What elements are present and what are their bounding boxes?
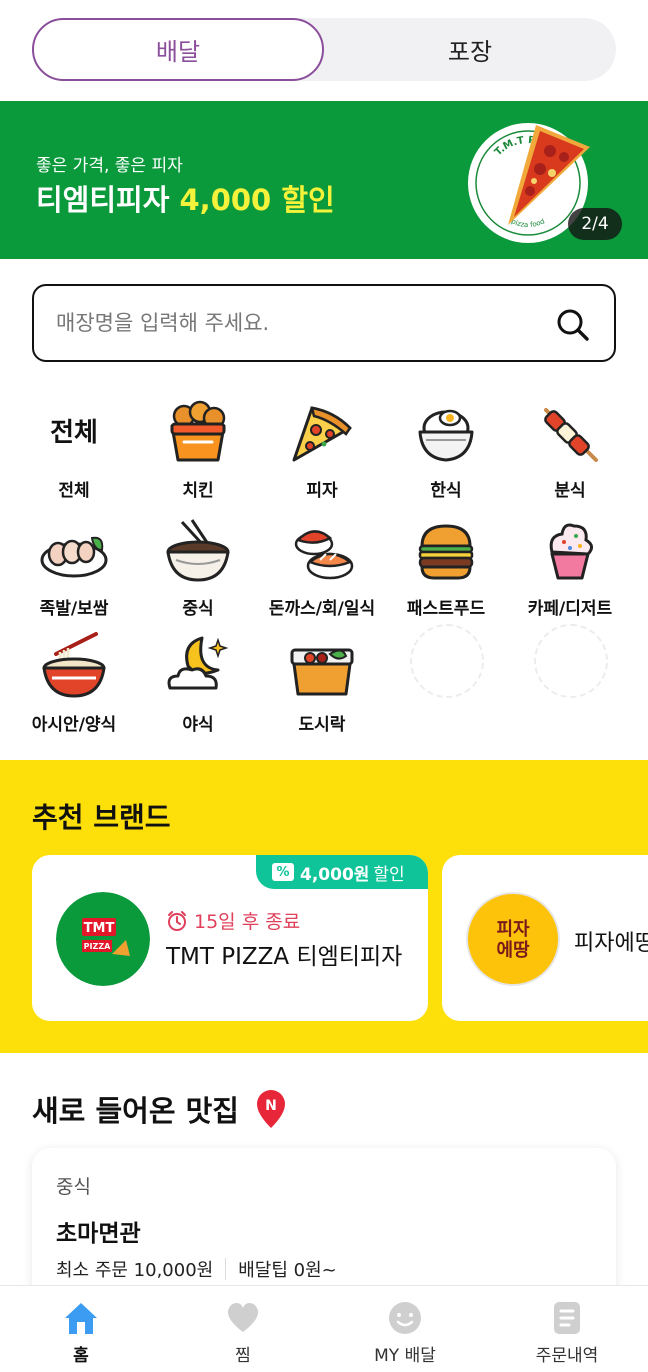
banner-subtitle: 좋은 가격, 좋은 피자 [36, 156, 183, 176]
category-label: 분식 [554, 481, 586, 501]
percent-icon: % [272, 863, 294, 881]
discount-badge: % 4,000원 할인 [256, 855, 428, 889]
category-label: 피자 [306, 481, 338, 501]
banner-title-main: 티엠티피자 [36, 183, 180, 217]
discount-amount: 4,000원 [300, 864, 370, 885]
new-restaurants-title-text: 새로 들어온 맛집 [32, 1094, 239, 1128]
alarm-clock-icon [168, 910, 186, 931]
logo-text: TMT [84, 921, 115, 936]
home-icon [65, 1303, 97, 1334]
category-label: 중식 [182, 599, 214, 619]
banner-page-counter: 2/4 [568, 208, 622, 240]
banner-title: 티엠티피자 4,000 할인 [36, 177, 335, 219]
category-label: 야식 [182, 715, 214, 735]
smile-face-icon [389, 1302, 421, 1334]
new-restaurants-title: 새로 들어온 맛집 N [32, 1088, 289, 1130]
restaurant-name: 초마면관 [56, 1221, 141, 1247]
noodle-bowl-icon [166, 519, 230, 582]
skewer-icon [544, 408, 598, 462]
restaurant-category: 중식 [56, 1176, 91, 1198]
banner-title-highlight: 4,000 할인 [179, 183, 335, 217]
store-search-box [32, 284, 616, 362]
category-label: 도시락 [298, 715, 346, 735]
brand-name: 피자에땅 [574, 931, 648, 956]
pizza-slice-icon [292, 406, 352, 462]
delivery-tab[interactable]: 배달 [32, 18, 324, 81]
category-label: 아시안/양식 [31, 715, 117, 735]
brand-card-tmt[interactable]: % 4,000원 할인 TMT PIZZA 15일 후 종료 TMT PIZZA… [32, 855, 428, 1021]
brand-timer: 15일 후 종료 [166, 907, 300, 934]
cupcake-icon [549, 523, 593, 580]
delivery-tip: 배달팁 0원~ [238, 1260, 337, 1281]
jokbal-plate-icon [40, 536, 108, 578]
recommended-brands-section: 추천 브랜드 % 4,000원 할인 TMT PIZZA 15일 후 종료 TM… [0, 760, 648, 1053]
burger-icon [418, 524, 474, 580]
restaurant-meta: 최소 주문 10,000원 배달팁 0원~ [56, 1256, 337, 1282]
brand-card-pizzaetang[interactable]: 피자 에땅 피자에땅 [442, 855, 648, 1021]
logo-line2: 에땅 [496, 940, 530, 961]
tmt-pizza-logo: TMT PIZZA [56, 892, 150, 986]
category-label: 돈까스/회/일식 [268, 599, 376, 619]
min-order: 최소 주문 10,000원 [56, 1260, 214, 1281]
pho-bowl-icon [42, 632, 106, 698]
new-pin-letter: N [265, 1098, 277, 1114]
lunchbox-icon [290, 648, 354, 696]
heart-icon [227, 1303, 259, 1332]
pizza-etang-logo: 피자 에땅 [466, 892, 560, 986]
logo-line1: 피자 [496, 919, 530, 940]
store-search-input[interactable] [56, 304, 536, 342]
order-type-toggle: 배달 포장 [32, 18, 616, 81]
category-label: 패스트푸드 [406, 599, 486, 619]
logo-sub-text: PIZZA [84, 942, 111, 951]
category-label: 카페/디저트 [527, 599, 613, 619]
promo-banner[interactable]: 좋은 가격, 좋은 피자 티엠티피자 4,000 할인 T.M.T PIZZA … [0, 101, 648, 259]
category-label: 한식 [430, 481, 462, 501]
nav-home[interactable]: 홈 [0, 1286, 162, 1372]
bottom-navigation: 홈 찜 MY 배달 주문내역 [0, 1285, 648, 1372]
brand-timer-text: 15일 후 종료 [194, 911, 301, 933]
takeout-tab[interactable]: 포장 [324, 18, 616, 81]
category-label: 족발/보쌈 [39, 599, 109, 619]
nav-my-delivery[interactable]: MY 배달 [324, 1286, 486, 1372]
empty-category-placeholder [410, 624, 484, 698]
nav-label: 찜 [235, 1346, 251, 1366]
order-list-icon [554, 1302, 580, 1334]
nav-label: MY 배달 [374, 1346, 436, 1366]
all-text-icon: 전체 [50, 418, 98, 448]
meta-divider [225, 1258, 227, 1280]
search-icon[interactable] [556, 308, 590, 342]
nav-label: 주문내역 [535, 1346, 599, 1366]
category-label: 전체 [58, 481, 90, 501]
restaurant-card[interactable]: 중식 초마면관 최소 주문 10,000원 배달팁 0원~ [32, 1148, 616, 1308]
nav-order-history[interactable]: 주문내역 [486, 1286, 648, 1372]
discount-suffix: 할인 [373, 864, 405, 885]
recommended-brands-title: 추천 브랜드 [32, 801, 171, 834]
new-pin-icon: N [256, 1090, 285, 1128]
empty-category-placeholder [534, 624, 608, 698]
nav-label: 홈 [73, 1346, 89, 1366]
moon-cloud-icon [167, 636, 229, 690]
nav-favorites[interactable]: 찜 [162, 1286, 324, 1372]
category-label: 치킨 [182, 481, 214, 501]
sushi-icon [294, 530, 354, 580]
brand-name: TMT PIZZA 티엠티피자 [166, 944, 403, 970]
rice-bowl-icon [418, 409, 474, 462]
fried-chicken-icon [170, 400, 226, 462]
